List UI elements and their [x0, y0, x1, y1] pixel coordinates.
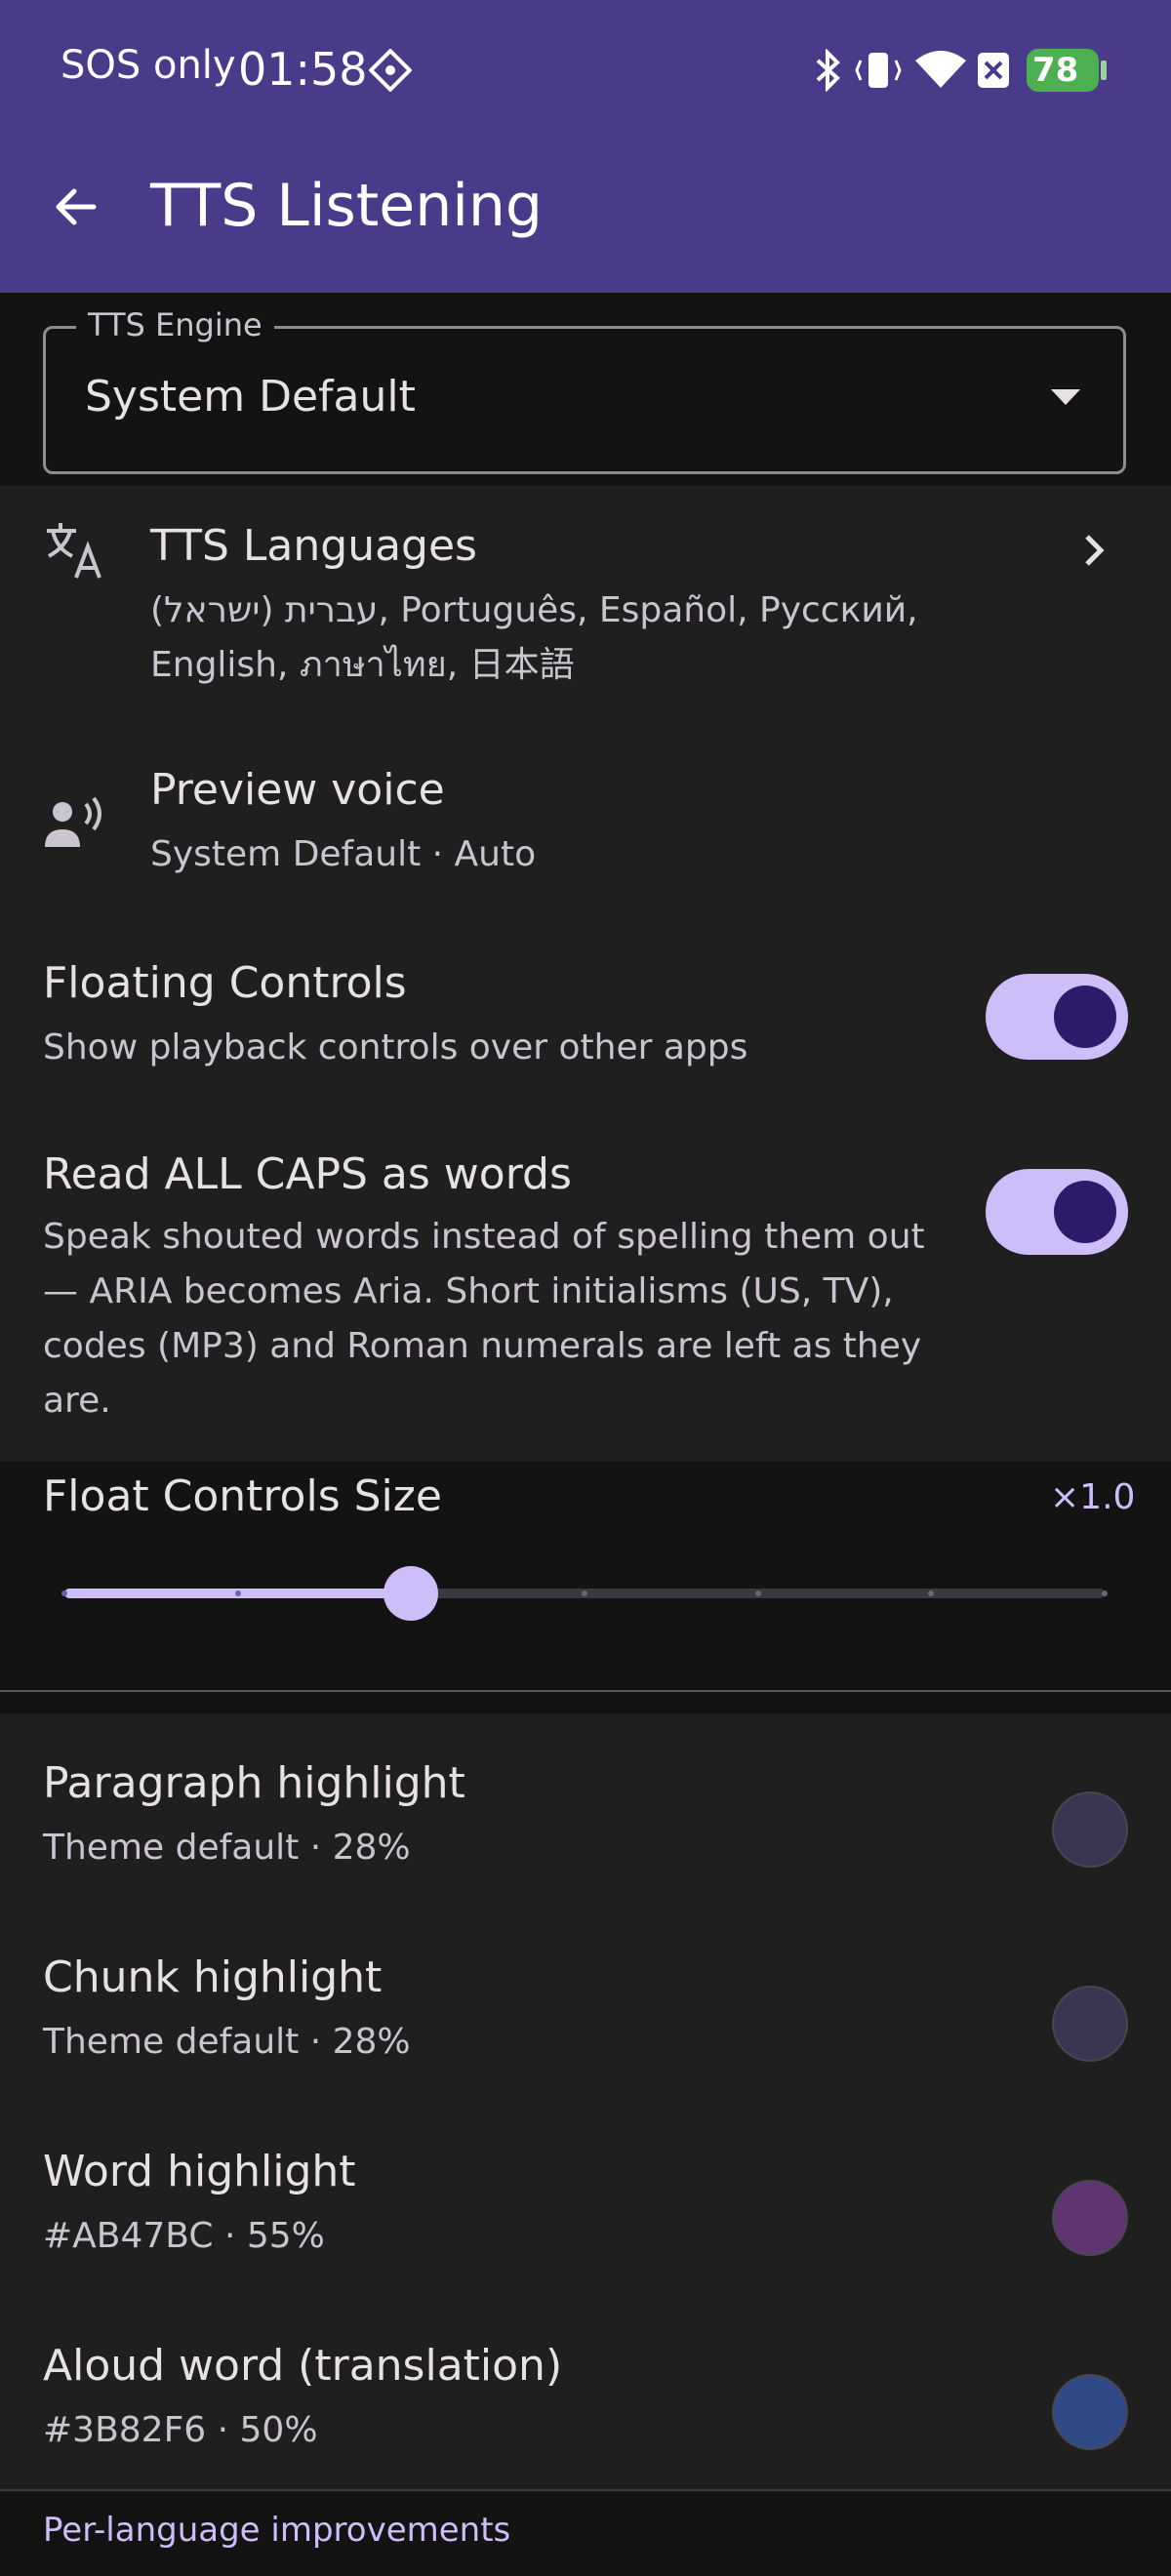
tts-languages-item[interactable]: TTS Languages (עברית (ישראל, Português, …	[0, 486, 1171, 732]
highlight-subtitle: Theme default · 28%	[43, 2022, 411, 2062]
back-arrow-icon[interactable]	[49, 180, 103, 234]
clock: 01:58	[238, 43, 368, 96]
color-swatch[interactable]	[1052, 2180, 1128, 2256]
word-highlight-item[interactable]: Word highlight #AB47BC · 55%	[0, 2121, 1171, 2307]
toggle-knob	[1054, 986, 1116, 1048]
toggle-knob	[1054, 1181, 1116, 1243]
slider-tick	[61, 1590, 67, 1596]
aloud-word-item[interactable]: Aloud word (translation) #3B82F6 · 50%	[0, 2315, 1171, 2501]
read-all-caps-toggle[interactable]	[986, 1169, 1128, 1255]
chevron-right-icon	[1085, 535, 1105, 566]
engine-value: System Default	[85, 372, 416, 422]
slider-tick	[582, 1590, 587, 1596]
vpn-key-icon	[369, 49, 412, 92]
slider-thumb[interactable]	[383, 1566, 438, 1621]
highlight-subtitle: Theme default · 28%	[43, 1828, 411, 1868]
color-swatch[interactable]	[1052, 1791, 1128, 1868]
highlight-subtitle: #3B82F6 · 50%	[43, 2410, 318, 2450]
section-gap	[0, 1692, 1171, 1713]
translate-icon	[47, 523, 101, 579]
tts-languages-title: TTS Languages	[150, 521, 477, 571]
floating-controls-item[interactable]: Floating Controls Show playback controls…	[0, 937, 1171, 1112]
highlights-list: Paragraph highlight Theme default · 28% …	[0, 1713, 1171, 2490]
read-all-caps-line1: Speak shouted words instead of spelling …	[43, 1217, 925, 1257]
battery-level: 78	[1032, 51, 1079, 90]
vibrate-icon	[855, 53, 902, 88]
battery-tip	[1101, 60, 1107, 80]
bluetooth-icon	[816, 49, 840, 92]
record-voice-icon	[45, 796, 101, 847]
read-all-caps-line3: codes (MP3) and Roman numerals are left …	[43, 1326, 922, 1366]
float-size-value: ×1.0	[1050, 1477, 1136, 1517]
float-size-title: Float Controls Size	[43, 1471, 442, 1521]
per-language-header: Per-language improvements	[43, 2511, 511, 2550]
tts-languages-line2: English, ภาษาไทย, 日本語	[150, 645, 575, 685]
preview-voice-title: Preview voice	[150, 765, 445, 815]
status-bar: SOS only 01:58 78	[0, 0, 1171, 137]
highlight-title: Aloud word (translation)	[43, 2341, 563, 2391]
float-size-section: Float Controls Size ×1.0	[0, 1462, 1171, 1691]
battery-icon: 78	[1027, 49, 1099, 92]
highlight-title: Paragraph highlight	[43, 1758, 465, 1808]
slider-tick	[234, 1590, 241, 1596]
slider-tick	[754, 1590, 761, 1596]
carrier-text: SOS only	[61, 43, 236, 88]
read-all-caps-item[interactable]: Read ALL CAPS as words Speak shouted wor…	[0, 1132, 1171, 1462]
read-all-caps-line2: — ARIA becomes Aria. Short initialisms (…	[43, 1271, 894, 1311]
app-bar: TTS Listening	[0, 137, 1171, 293]
float-size-slider[interactable]	[61, 1566, 1108, 1621]
floating-controls-title: Floating Controls	[43, 958, 407, 1008]
highlight-title: Chunk highlight	[43, 1952, 383, 2002]
chunk-highlight-item[interactable]: Chunk highlight Theme default · 28%	[0, 1927, 1171, 2113]
paragraph-highlight-item[interactable]: Paragraph highlight Theme default · 28%	[0, 1733, 1171, 1918]
read-all-caps-line4: are.	[43, 1381, 111, 1421]
color-swatch[interactable]	[1052, 1986, 1128, 2062]
tts-engine-dropdown[interactable]: System Default	[43, 326, 1126, 474]
tts-languages-line1: (עברית (ישראל, Português, Español, Русск…	[150, 590, 918, 630]
engine-label: TTS Engine	[76, 306, 274, 343]
highlight-title: Word highlight	[43, 2147, 356, 2196]
preview-voice-item[interactable]: Preview voice System Default · Auto	[0, 734, 1171, 919]
per-language-section: Per-language improvements	[0, 2491, 1171, 2576]
dropdown-arrow-icon	[1051, 389, 1080, 405]
slider-tick	[1102, 1590, 1108, 1596]
sim-off-icon	[978, 53, 1009, 88]
preview-voice-subtitle: System Default · Auto	[150, 834, 537, 874]
read-all-caps-title: Read ALL CAPS as words	[43, 1149, 572, 1199]
page-title: TTS Listening	[150, 172, 544, 240]
floating-controls-subtitle: Show playback controls over other apps	[43, 1027, 748, 1067]
highlight-subtitle: #AB47BC · 55%	[43, 2216, 325, 2256]
wifi-icon	[915, 51, 966, 88]
floating-controls-toggle[interactable]	[986, 974, 1128, 1060]
color-swatch[interactable]	[1052, 2374, 1128, 2450]
